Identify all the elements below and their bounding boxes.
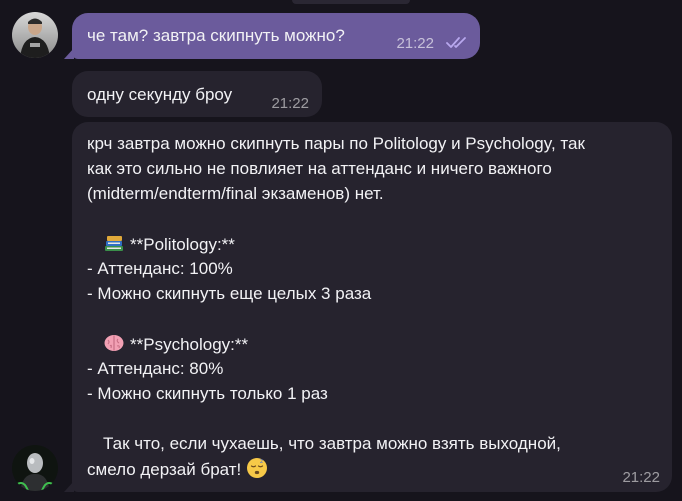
incoming-message[interactable]: крч завтра можно скипнуть пары по Polito…	[72, 122, 672, 492]
user-avatar[interactable]	[12, 12, 58, 58]
previous-message-edge	[292, 0, 410, 4]
chat-view: че там? завтра скипнуть можно? 21:22 одн…	[0, 0, 682, 501]
message-time: 21:22	[396, 35, 434, 52]
message-line: - Аттенданс: 80%	[87, 359, 224, 378]
svg-text:z: z	[260, 458, 263, 465]
message-line: Так что, если чухаешь, что завтра можно …	[103, 434, 561, 453]
sleepy-face-icon: z	[247, 458, 268, 478]
message-line: - Аттенданс: 100%	[87, 259, 233, 278]
double-check-icon	[446, 37, 466, 48]
section-title: **Psychology:**	[130, 335, 249, 354]
politology-heading: **Politology:**	[87, 232, 658, 257]
books-icon	[105, 236, 123, 251]
message-line: крч завтра можно скипнуть пары по Polito…	[87, 134, 585, 153]
message-time: 21:22	[271, 95, 309, 112]
outgoing-message[interactable]: че там? завтра скипнуть можно? 21:22	[72, 13, 480, 59]
message-line: как это сильно не повлияет на аттенданс …	[87, 159, 552, 178]
bot-avatar[interactable]	[12, 445, 58, 491]
section-title: **Politology:**	[130, 235, 235, 254]
message-text: одну секунду броу	[87, 85, 233, 104]
message-line: - Можно скипнуть только 1 раз	[87, 384, 328, 403]
incoming-message[interactable]: одну секунду броу 21:22	[72, 71, 322, 117]
message-body: крч завтра можно скипнуть пары по Polito…	[87, 132, 658, 482]
message-line: смело дерзай брат!	[87, 460, 242, 479]
brain-icon	[104, 335, 124, 351]
message-text: че там? завтра скипнуть можно?	[87, 26, 345, 45]
message-line: - Можно скипнуть еще целых 3 раза	[87, 284, 372, 303]
psychology-heading: **Psychology:**	[87, 332, 658, 357]
message-line: (midterm/endterm/final экзаменов) нет.	[87, 184, 384, 203]
closing-line: смело дерзай брат! z	[87, 457, 658, 482]
message-time: 21:22	[622, 469, 660, 486]
